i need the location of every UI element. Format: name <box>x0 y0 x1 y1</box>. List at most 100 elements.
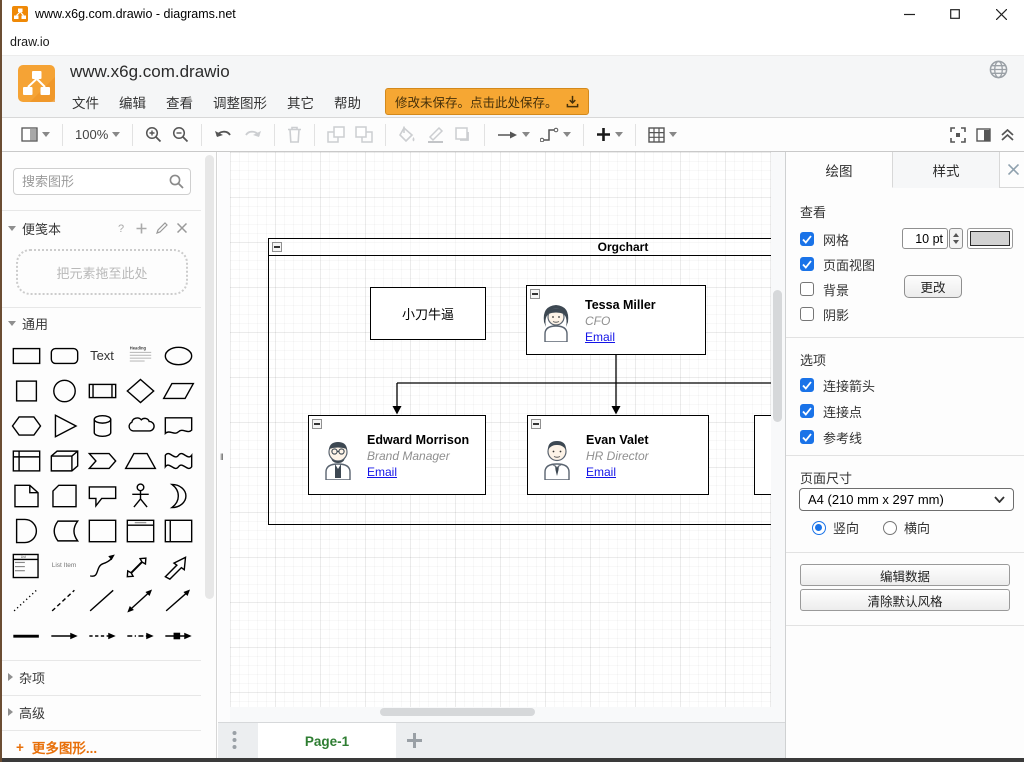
org-card-partial[interactable] <box>754 415 771 495</box>
shape-ellipse[interactable] <box>159 338 197 373</box>
undo-button[interactable] <box>209 122 238 148</box>
shape-arrow[interactable] <box>159 548 197 583</box>
tab-style[interactable]: 样式 <box>893 152 1000 188</box>
close-scratchpad-icon[interactable] <box>177 223 187 233</box>
tab-diagram[interactable]: 绘图 <box>786 152 893 188</box>
shape-bidirectional-connector[interactable] <box>121 583 159 618</box>
shape-tape[interactable] <box>159 443 197 478</box>
canvas[interactable]: Orgchart 小刀牛逼 <box>230 152 785 758</box>
shape-process[interactable] <box>83 373 121 408</box>
shape-dashed-edge[interactable] <box>83 618 121 653</box>
collapse-toolbar-icon[interactable] <box>1001 129 1014 141</box>
shape-trapezoid[interactable] <box>121 443 159 478</box>
shape-circle[interactable] <box>45 373 83 408</box>
shape-plain-box[interactable]: 小刀牛逼 <box>370 287 486 340</box>
menu-extras[interactable]: 其它 <box>287 92 314 112</box>
shape-labeled-edge[interactable] <box>159 618 197 653</box>
shape-cube[interactable] <box>45 443 83 478</box>
email-link[interactable]: Email <box>586 464 649 480</box>
shape-actor[interactable] <box>121 478 159 513</box>
to-front-button[interactable] <box>322 122 350 148</box>
shadow-button[interactable] <box>449 122 477 148</box>
zoom-dropdown[interactable]: 100% <box>70 122 125 148</box>
shape-internal-storage[interactable] <box>7 443 45 478</box>
shape-bidirectional-arrow[interactable] <box>121 548 159 583</box>
minimize-button[interactable] <box>886 0 932 28</box>
sidebar-splitter[interactable]: ‖ <box>218 152 230 758</box>
redo-button[interactable] <box>238 122 267 148</box>
canvas-horizontal-scrollbar[interactable] <box>380 708 535 716</box>
shape-rounded-rectangle[interactable] <box>45 338 83 373</box>
waypoint-style-button[interactable] <box>535 122 576 148</box>
canvas-vertical-scrollbar[interactable] <box>773 290 782 422</box>
landscape-radio[interactable] <box>883 521 897 535</box>
menu-edit[interactable]: 编辑 <box>119 92 146 112</box>
shape-list-item[interactable]: List Item <box>45 548 83 583</box>
search-input[interactable] <box>13 168 191 195</box>
section-general[interactable]: 通用 <box>2 310 201 336</box>
shape-diamond[interactable] <box>121 373 159 408</box>
shape-rectangle[interactable] <box>7 338 45 373</box>
fill-color-button[interactable] <box>393 122 421 148</box>
grid-checkbox[interactable] <box>800 232 814 246</box>
shape-cloud[interactable] <box>121 408 159 443</box>
insert-button[interactable] <box>591 122 628 148</box>
drawing-page[interactable]: Orgchart 小刀牛逼 <box>230 152 771 707</box>
menu-help[interactable]: 帮助 <box>334 92 361 112</box>
shape-container-title[interactable] <box>121 513 159 548</box>
change-background-button[interactable]: 更改 <box>904 275 962 298</box>
section-advanced[interactable]: 高级 <box>2 699 201 725</box>
shape-link[interactable] <box>7 618 45 653</box>
grid-size-input[interactable] <box>902 228 948 249</box>
view-panels-button[interactable] <box>16 122 55 148</box>
collapse-minus-icon[interactable] <box>312 419 322 429</box>
page-size-select[interactable]: A4 (210 mm x 297 mm) <box>799 488 1014 511</box>
grid-color-swatch[interactable] <box>967 228 1013 249</box>
grid-size-stepper[interactable] <box>949 228 963 249</box>
add-page-icon[interactable] <box>404 730 425 751</box>
to-back-button[interactable] <box>350 122 378 148</box>
scratchpad-dropzone[interactable]: 把元素拖至此处 <box>16 249 188 295</box>
shape-list[interactable]: List <box>7 548 45 583</box>
pages-menu-icon[interactable] <box>232 729 237 751</box>
shape-hexagon[interactable] <box>7 408 45 443</box>
sidebar-scrollbar[interactable] <box>205 155 214 599</box>
shape-line[interactable] <box>83 583 121 618</box>
close-panel-button[interactable] <box>1000 152 1024 187</box>
fullscreen-icon[interactable] <box>950 127 966 143</box>
org-card-evan[interactable]: Evan Valet HR Director Email <box>527 415 709 495</box>
shape-note[interactable] <box>7 478 45 513</box>
shape-directional-connector[interactable] <box>159 583 197 618</box>
shape-square[interactable] <box>7 373 45 408</box>
email-link[interactable]: Email <box>585 329 656 345</box>
zoom-in-button[interactable] <box>140 122 167 148</box>
shape-cylinder[interactable] <box>83 408 121 443</box>
line-color-button[interactable] <box>421 122 449 148</box>
clear-default-style-button[interactable]: 清除默认风格 <box>800 589 1010 611</box>
shape-simple-arrow-edge[interactable] <box>45 618 83 653</box>
shape-triangle[interactable] <box>45 408 83 443</box>
guides-checkbox[interactable] <box>800 430 814 444</box>
help-icon[interactable]: ? <box>117 222 127 234</box>
connection-style-button[interactable] <box>492 122 535 148</box>
portrait-radio-option[interactable]: 竖向 <box>812 518 859 537</box>
page-tab-1[interactable]: Page-1 <box>258 723 396 759</box>
edit-data-button[interactable]: 编辑数据 <box>800 564 1010 586</box>
org-card-edward[interactable]: Edward Morrison Brand Manager Email <box>308 415 486 495</box>
shape-curve[interactable] <box>83 548 121 583</box>
unsaved-changes-banner[interactable]: 修改未保存。点击此处保存。 <box>385 88 589 115</box>
add-scratchpad-icon[interactable] <box>136 223 147 234</box>
shape-dotted-line[interactable] <box>7 583 45 618</box>
connection-arrows-checkbox[interactable] <box>800 378 814 392</box>
shape-step[interactable] <box>83 443 121 478</box>
edit-pencil-icon[interactable] <box>156 222 168 234</box>
delete-button[interactable] <box>282 122 307 148</box>
shadow-checkbox[interactable] <box>800 307 814 321</box>
collapse-minus-icon[interactable] <box>531 419 541 429</box>
shape-card[interactable] <box>45 478 83 513</box>
scratchpad-section-header[interactable]: 便笺本 ? <box>2 215 201 241</box>
menu-file[interactable]: 文件 <box>72 92 99 112</box>
shape-or[interactable] <box>159 478 197 513</box>
maximize-button[interactable] <box>932 0 978 28</box>
shape-vertical-container[interactable] <box>159 513 197 548</box>
